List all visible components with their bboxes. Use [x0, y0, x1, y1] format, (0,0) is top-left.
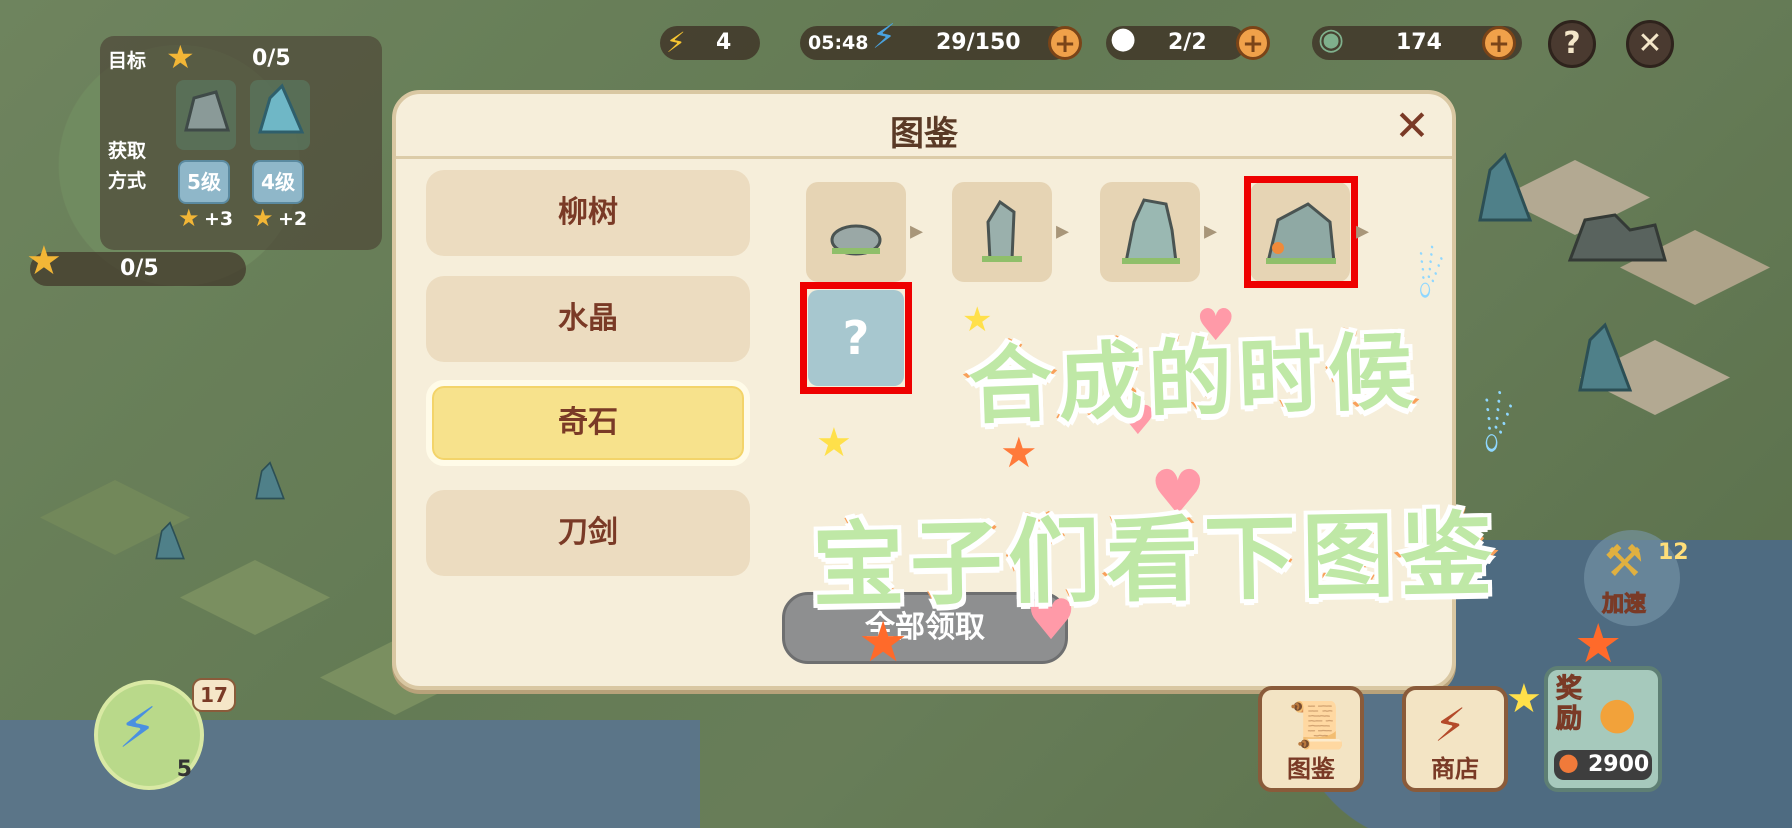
coin-pile-icon: ●: [1598, 688, 1637, 739]
energy-value: 29/150: [936, 30, 1021, 55]
star-icon: ★: [26, 238, 62, 284]
close-icon[interactable]: ✕: [1390, 104, 1434, 148]
level-badge: 5级: [178, 160, 230, 204]
lightning-counter[interactable]: ⚡ 4: [660, 26, 760, 60]
star-icon: ★: [1506, 676, 1542, 722]
lightning-stack-button[interactable]: ⚡ 5: [94, 680, 204, 790]
energy-icon: ⚡: [872, 17, 896, 57]
chain-arrow-icon: ▸: [1056, 216, 1070, 246]
spirit-counter[interactable]: ● 2/2: [1106, 22, 1246, 60]
add-energy-button[interactable]: +: [1048, 26, 1082, 60]
pebble-icon: [830, 224, 882, 256]
star-icon: ★: [166, 38, 195, 76]
lightning-icon: ⚡: [666, 26, 686, 59]
category-list: 柳树 水晶 奇石 刀剑: [396, 158, 786, 648]
chain-arrow-icon: ▸: [1204, 216, 1218, 246]
reward-value: 2900: [1588, 752, 1650, 777]
level-badge: 4级: [252, 160, 304, 204]
speedup-badge: 12: [1658, 540, 1689, 565]
goal-slot[interactable]: [176, 80, 236, 150]
stone-level-1[interactable]: [806, 182, 906, 282]
spirit-icon: ●: [1110, 21, 1137, 56]
help-button[interactable]: ?: [1548, 20, 1596, 68]
highlight-box: [1244, 176, 1358, 288]
rock-icon: [184, 90, 231, 132]
shop-button[interactable]: ⚡ 商店: [1402, 686, 1508, 792]
lightning-stack-count: 5: [176, 757, 192, 782]
caption-line-2: 宝子们看下图鉴: [808, 498, 1502, 623]
shop-icon: ⚡: [1434, 698, 1467, 752]
energy-bar[interactable]: 05:48 ⚡ 29/150: [800, 20, 1070, 60]
reward-label: 奖励: [1556, 674, 1583, 735]
energy-timer: 05:48: [808, 32, 869, 54]
exit-button[interactable]: ✕: [1626, 20, 1674, 68]
category-willow[interactable]: 柳树: [426, 170, 750, 256]
add-spirit-button[interactable]: +: [1236, 26, 1270, 60]
category-odd-stone[interactable]: 奇石: [426, 380, 750, 466]
codex-button[interactable]: 📜 图鉴: [1258, 686, 1364, 792]
codex-label: 图鉴: [1287, 755, 1335, 783]
lightning-stack-icon: ⚡: [118, 696, 158, 761]
reward-button[interactable]: 奖励 ● ● 2900: [1544, 666, 1662, 792]
second-goal-progress: 0/5: [120, 256, 159, 281]
scroll-icon: 📜: [1288, 698, 1346, 752]
coin-bag-icon: ●: [1558, 748, 1579, 776]
coin-icon: ◉: [1318, 22, 1345, 57]
caption-line-1: 合成的时候: [964, 319, 1423, 439]
stone-figure-icon: [982, 199, 1022, 262]
bonus-value: +3: [204, 208, 234, 230]
goal-panel: 目标 ★ 0/5 获取 方式 5级 4级 ★ +3 ★ +2: [100, 36, 382, 250]
method-label: 获取: [108, 140, 147, 162]
chain-arrow-icon: ▸: [910, 216, 924, 246]
star-icon: ★: [252, 204, 274, 232]
stone-level-2[interactable]: [952, 182, 1052, 282]
speedup-label: 加速: [1601, 592, 1647, 618]
star-icon: ★: [178, 204, 200, 232]
game-scene: ⚡ 4 05:48 ⚡ 29/150 + ● 2/2 + ◉ 174 + ? ✕…: [0, 0, 1792, 828]
scholar-rock-icon: [1122, 198, 1180, 264]
hammer-icon: ⚒: [1604, 536, 1644, 587]
shop-label: 商店: [1431, 755, 1479, 783]
coin-value: 174: [1396, 30, 1442, 55]
reward-value-bar: ● 2900: [1554, 748, 1652, 780]
dialog-title: 图鉴: [890, 114, 958, 154]
goal-slot[interactable]: [250, 80, 310, 150]
crystal-icon: [257, 83, 305, 134]
goal-title: 目标: [108, 50, 147, 72]
dialog-header: 图鉴 ✕: [396, 94, 1452, 159]
second-goal-bar: ★ 0/5: [26, 241, 246, 286]
bonus-value: +2: [278, 208, 308, 230]
goal-progress: 0/5: [252, 46, 291, 71]
spirit-value: 2/2: [1168, 30, 1207, 55]
star-icon: ★: [816, 420, 852, 466]
category-sword[interactable]: 刀剑: [426, 490, 750, 576]
add-coin-button[interactable]: +: [1482, 26, 1516, 60]
stone-level-3[interactable]: [1100, 182, 1200, 282]
lightning-badge-count: 17: [200, 683, 228, 707]
lightning-stack-badge: 17: [192, 678, 236, 712]
chain-arrow-icon: ▸: [1356, 216, 1370, 246]
lightning-count: 4: [716, 30, 732, 55]
method-label: 方式: [108, 170, 147, 192]
category-crystal[interactable]: 水晶: [426, 276, 750, 362]
highlight-box: [800, 282, 912, 394]
